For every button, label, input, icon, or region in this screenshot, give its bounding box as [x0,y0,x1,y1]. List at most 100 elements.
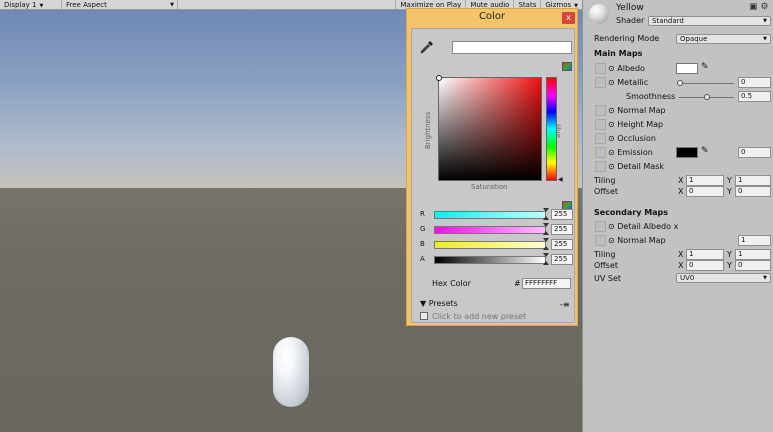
metallic-slider-handle[interactable] [677,80,683,86]
occlusion-text: Occlusion [617,134,656,143]
offset-x-field[interactable]: 0 [686,186,724,197]
presets-foldout[interactable]: ▼ Presets [420,299,458,308]
metallic-slider-track[interactable] [679,83,734,84]
emission-color-field[interactable] [676,147,698,158]
metallic-texture-slot[interactable] [595,77,606,88]
slider-handle[interactable] [543,238,549,250]
capsule-object[interactable] [273,337,309,407]
picker-title: Color [478,11,506,22]
brightness-label: Brightness [424,111,432,149]
normal-map-text: Normal Map [617,106,666,115]
eyedropper-icon[interactable]: ✎ [701,62,709,72]
tiling-y-field[interactable]: 1 [735,175,771,186]
channel-slider[interactable] [434,241,546,249]
emission-texture-slot[interactable] [595,147,606,158]
help-settings-icons: ▣ ⚙ [749,2,768,12]
detail-mask-texture-slot[interactable] [595,161,606,172]
hex-color-input[interactable]: FFFFFFFF [522,278,571,289]
uv-set-value: UV0 [680,274,695,282]
add-preset-label: Click to add new preset [432,312,527,321]
detail-mask-label: ⊙ Detail Mask [608,162,664,171]
triangle-down-icon: ▼ [420,299,427,308]
smoothness-value[interactable]: 0.5 [738,91,771,102]
offset-y-field[interactable]: 0 [735,186,771,197]
presets-menu-icon[interactable]: -≡ [560,300,570,309]
slider-handle[interactable] [543,223,549,235]
occlusion-texture-slot[interactable] [595,133,606,144]
emission-value[interactable]: 0 [738,147,771,158]
slider-handle[interactable] [543,253,549,265]
shader-label: Shader [616,16,645,25]
normal-map-label: ⊙ Normal Map [608,106,666,115]
display-dropdown[interactable]: Display 1 ▼ [0,0,62,9]
uv-set-label: UV Set [594,274,622,283]
height-map-texture-slot[interactable] [595,119,606,130]
tiling-label: Tiling [594,176,616,185]
tiling-x-field[interactable]: 1 [686,175,724,186]
smoothness-slider-handle[interactable] [704,94,710,100]
sv-handle[interactable] [436,75,442,81]
channel-slider[interactable] [434,211,546,219]
rendering-mode-value: Opaque [680,35,708,43]
normal-map2-texture-slot[interactable] [595,235,606,246]
color-mode-icon[interactable] [562,62,572,71]
detail-albedo-text: Detail Albedo x [617,222,679,231]
hue-marker-icon[interactable]: ◀ [558,176,563,183]
channel-value[interactable]: 255 [551,239,573,250]
emission-text: Emission [617,148,653,157]
eyedropper-icon[interactable] [420,40,434,54]
uv-set-dropdown[interactable]: UV0 ▼ [676,273,771,283]
help-icon[interactable]: ▣ [749,2,758,12]
chevron-down-icon: ▼ [39,3,44,9]
x-label: X [678,250,684,259]
rendering-mode-label: Rendering Mode [594,34,660,43]
x-label: X [678,261,684,270]
gear-icon[interactable]: ⚙ [760,2,768,12]
channel-label: R [420,210,425,218]
saturation-label: Saturation [471,183,508,191]
slider-handle[interactable] [543,208,549,220]
shader-dropdown[interactable]: Standard ▼ [648,16,771,26]
close-button[interactable]: x [562,12,575,24]
metallic-text: Metallic [617,78,649,87]
detail-albedo-texture-slot[interactable] [595,221,606,232]
channel-label: A [420,255,425,263]
offset2-x-field[interactable]: 0 [686,260,724,271]
offset2-y-field[interactable]: 0 [735,260,771,271]
current-color-swatch [452,41,572,54]
hue-label: Hue [554,124,562,139]
aspect-dropdown[interactable]: Free Aspect ▼ [62,0,178,9]
rendering-mode-dropdown[interactable]: Opaque ▼ [676,34,771,44]
x-label: X [678,187,684,196]
normal-map-texture-slot[interactable] [595,105,606,116]
tiling2-x-field[interactable]: 1 [686,249,724,260]
color-picker-window: Color x Brightness ◀ Hue Saturation R 25… [406,8,578,326]
inspector-panel: Yellow ▣ ⚙ Shader Standard ▼ Rendering Mo… [582,0,773,432]
saturation-value-box[interactable] [436,75,542,181]
channel-slider[interactable] [434,226,546,234]
shader-value: Standard [652,17,684,25]
normal-map2-value[interactable]: 1 [738,235,771,246]
metallic-label: ⊙ Metallic [608,78,649,87]
y-label: Y [727,187,732,196]
albedo-text: Albedo [617,64,645,73]
albedo-color-field[interactable] [676,63,698,74]
channel-value[interactable]: 255 [551,254,573,265]
channel-value[interactable]: 255 [551,224,573,235]
add-preset-button[interactable]: Click to add new preset [420,312,526,321]
detail-mask-text: Detail Mask [617,162,664,171]
channel-slider[interactable] [434,256,546,264]
height-map-text: Height Map [617,120,664,129]
channel-label: B [420,240,425,248]
chevron-down-icon: ▼ [170,2,174,8]
chevron-down-icon: ▼ [763,36,767,42]
emission-label: ⊙ Emission [608,148,653,157]
albedo-texture-slot[interactable] [595,63,606,74]
detail-albedo-label: ⊙ Detail Albedo x [608,222,679,231]
eyedropper-icon[interactable]: ✎ [701,146,709,156]
secondary-maps-header: Secondary Maps [594,208,669,217]
channel-value[interactable]: 255 [551,209,573,220]
tiling2-y-field[interactable]: 1 [735,249,771,260]
metallic-value[interactable]: 0 [738,77,771,88]
presets-label: Presets [428,299,458,308]
